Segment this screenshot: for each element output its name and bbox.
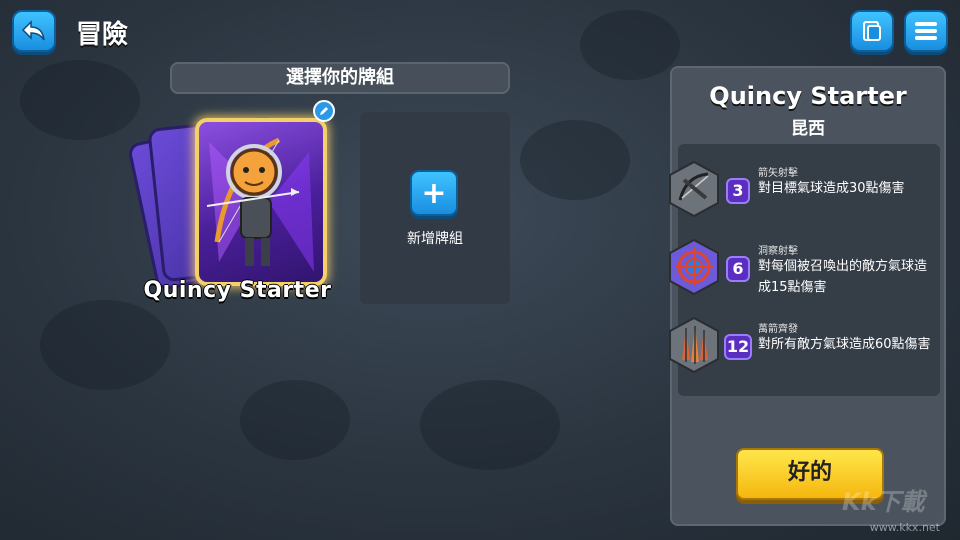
quincy-hero-icon xyxy=(206,137,314,272)
hero-subname: 昆西 xyxy=(791,119,825,139)
background-cloud xyxy=(420,380,560,470)
background-cloud xyxy=(40,300,170,390)
hero-info-panel: Quincy Starter 昆西 3 箭矢射擊 對目標氣球造成30點傷害 6 xyxy=(669,66,946,526)
add-deck-button[interactable]: + xyxy=(410,170,458,216)
ability-cost: 12 xyxy=(724,334,752,360)
target-icon xyxy=(669,238,719,296)
deck-view-button[interactable] xyxy=(850,10,894,52)
background-cloud xyxy=(240,380,350,460)
page-title: 冒險 xyxy=(76,20,129,50)
back-arrow-icon xyxy=(21,20,45,41)
arrow-storm-icon xyxy=(669,316,719,374)
crossbow-icon xyxy=(669,160,719,218)
deck-select-heading: 選擇你的牌組 xyxy=(170,62,510,94)
ability-cost: 6 xyxy=(726,256,750,282)
ability-name: 萬箭齊發 xyxy=(758,324,798,335)
plus-icon: + xyxy=(421,175,447,211)
ability-item: 12 萬箭齊發 對所有敵方氣球造成60點傷害 xyxy=(669,316,940,394)
ability-description: 對目標氣球造成30點傷害 xyxy=(758,181,905,196)
new-deck-label: 新增牌組 xyxy=(407,231,463,247)
ability-description: 對每個被召喚出的敵方氣球造成15點傷害 xyxy=(758,259,928,295)
watermark-url: www.kkx.net xyxy=(869,521,940,534)
background-cloud xyxy=(580,10,680,80)
deck-view-icon xyxy=(863,21,881,41)
ability-list: 3 箭矢射擊 對目標氣球造成30點傷害 6 洞察射擊 對每個被召喚出的敵方氣球造… xyxy=(669,144,940,396)
ability-name: 箭矢射擊 xyxy=(758,168,798,179)
deck-name: Quincy Starter xyxy=(143,278,332,303)
edit-deck-button[interactable] xyxy=(313,100,335,122)
watermark-logo: Kk下載 xyxy=(842,488,925,516)
hero-card-art xyxy=(195,118,327,286)
back-button[interactable] xyxy=(12,10,56,52)
new-deck-slot[interactable]: + 新增牌組 xyxy=(360,112,510,304)
ability-name: 洞察射擊 xyxy=(758,246,798,257)
ability-cost: 3 xyxy=(726,178,750,204)
ability-description: 對所有敵方氣球造成60點傷害 xyxy=(758,337,931,352)
hero-name: Quincy Starter xyxy=(709,82,907,110)
menu-button[interactable] xyxy=(904,10,948,52)
menu-icon xyxy=(915,22,937,40)
ability-item: 3 箭矢射擊 對目標氣球造成30點傷害 xyxy=(669,160,940,238)
background-cloud xyxy=(520,120,630,200)
ability-item: 6 洞察射擊 對每個被召喚出的敵方氣球造成15點傷害 xyxy=(669,238,940,316)
pencil-icon xyxy=(320,107,328,115)
background-cloud xyxy=(20,60,140,140)
